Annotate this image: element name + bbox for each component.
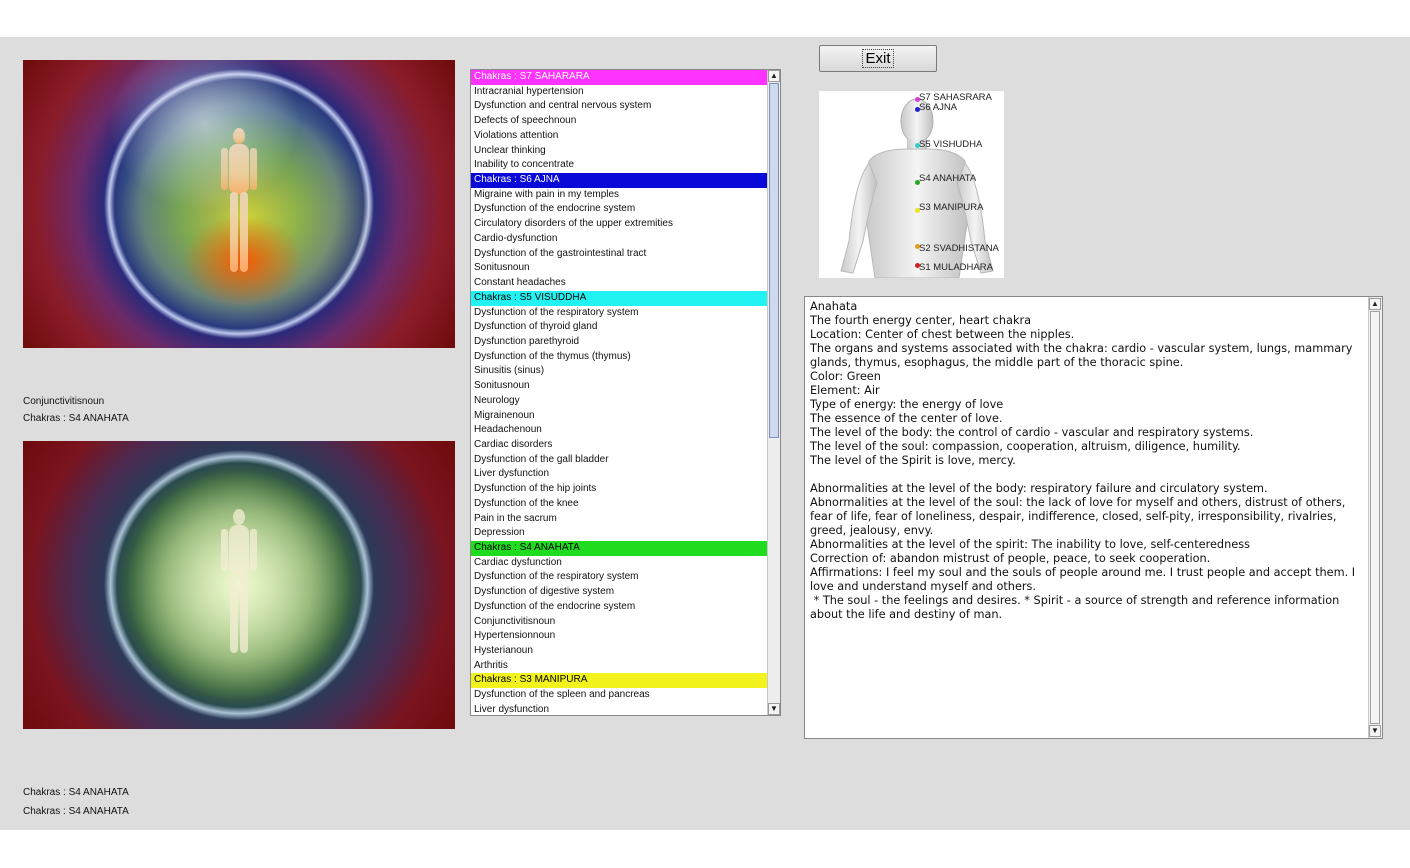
disease-list-item[interactable]: Dysfunction of the spleen and pancreas [471,688,768,703]
chakra-point-label: S5 VISHUDHA [919,139,983,150]
human-figure-icon [221,128,257,272]
disease-list-item[interactable]: Dysfunction of the thymus (thymus) [471,350,768,365]
scrollbar-thumb[interactable] [1370,311,1380,724]
disease-list-item[interactable]: Unclear thinking [471,144,768,159]
disease-list-item[interactable]: Migrainenoun [471,409,768,424]
description-scrollbar[interactable]: ▲ ▼ [1368,297,1382,738]
disease-list-item[interactable]: Dysfunction of the endocrine system [471,600,768,615]
disease-list-item[interactable]: Sinusitis (sinus) [471,364,768,379]
disease-list-item[interactable]: Cardiac dysfunction [471,556,768,571]
disease-list-item[interactable]: Dysfunction of the gall bladder [471,453,768,468]
scrollbar-thumb[interactable] [769,83,779,438]
aura-image-all-chakras [23,60,455,348]
disease-list-item[interactable]: Dysfunction of the respiratory system [471,306,768,321]
disease-list-item[interactable]: Pain in the sacrum [471,512,768,527]
disease-list-item[interactable]: Neurology [471,394,768,409]
scroll-up-icon[interactable]: ▲ [768,70,780,82]
chakra-status-line-1: Chakras : S4 ANAHATA [23,787,129,798]
disease-list-item[interactable]: Dysfunction of the knee [471,497,768,512]
disease-list-item[interactable]: Migraine with pain in my temples [471,188,768,203]
chakra-point-label: S4 ANAHATA [919,173,977,184]
chakra-group-header[interactable]: Chakras : S6 AJNA [471,173,768,188]
chakra-point-label: S2 SVADHISTANA [919,243,999,254]
chakra-point-label: S1 MULADHARA [919,262,993,273]
disease-list-item[interactable]: Dysfunction of the hip joints [471,482,768,497]
disease-list-item[interactable]: Defects of speechnoun [471,114,768,129]
current-chakra-label: Chakras : S4 ANAHATA [23,413,129,424]
disease-list-item[interactable]: Circulatory disorders of the upper extre… [471,217,768,232]
disease-list-item[interactable]: Dysfunction of the gastrointestinal trac… [471,247,768,262]
chakra-disease-list[interactable]: Chakras : S7 SAHARARA Intracranial hypert… [470,69,781,716]
chakra-group-header[interactable]: Chakras : S7 SAHARARA [471,70,768,85]
disease-list-item[interactable]: Intracranial hypertension [471,85,768,100]
list-items: Chakras : S7 SAHARARA Intracranial hypert… [471,70,768,715]
disease-list-item[interactable]: Dysfunction of the endocrine system [471,202,768,217]
disease-list-item[interactable]: Sonitusnoun [471,379,768,394]
disease-list-item[interactable]: Dysfunction of thyroid gland [471,320,768,335]
chakra-description-text: Anahata The fourth energy center, heart … [810,300,1356,621]
disease-list-item[interactable]: Conjunctivitisnoun [471,615,768,630]
disease-list-item[interactable]: Cardio-dysfunction [471,232,768,247]
exit-button[interactable]: Exit [819,45,937,72]
disease-list-item[interactable]: Inability to concentrate [471,158,768,173]
chakra-body-map: S7 SAHASRARA S6 AJNA S5 VISHUDHA S4 ANAHATA… [819,91,1004,278]
disease-list-item[interactable]: Constant headaches [471,276,768,291]
chakra-group-header[interactable]: Chakras : S5 VISUDDHA [471,290,768,306]
exit-button-label: Exit [862,49,894,68]
disease-list-item[interactable]: Dysfunction of the respiratory system [471,570,768,585]
chakra-status-line-2: Chakras : S4 ANAHATA [23,806,129,817]
chakra-point-label: S3 MANIPURA [919,202,984,213]
list-scrollbar[interactable]: ▲ ▼ [767,70,780,715]
chakra-group-header[interactable]: Chakras : S3 MANIPURA [471,673,768,689]
disease-list-item[interactable]: Arthritis [471,659,768,674]
disease-list-item[interactable]: Dysfunction and central nervous system [471,99,768,114]
chakra-point-label: S6 AJNA [919,102,958,113]
disease-list-item[interactable]: Liver dysfunction [471,703,768,715]
scroll-up-icon[interactable]: ▲ [1369,298,1381,310]
disease-list-item[interactable]: Violations attention [471,129,768,144]
current-disease-label: Conjunctivitisnoun [23,396,105,407]
disease-list-item[interactable]: Dysfunction of digestive system [471,585,768,600]
disease-list-item[interactable]: Hypertensionnoun [471,629,768,644]
disease-list-item[interactable]: Cardiac disorders [471,438,768,453]
scroll-down-icon[interactable]: ▼ [1369,725,1381,737]
disease-list-item[interactable]: Dysfunction parethyroid [471,335,768,350]
disease-list-item[interactable]: Hysterianoun [471,644,768,659]
disease-list-item[interactable]: Liver dysfunction [471,467,768,482]
main-window: Conjunctivitisnoun Chakras : S4 ANAHATA … [0,37,1410,830]
disease-list-item[interactable]: Sonitusnoun [471,261,768,276]
chakra-description-textbox[interactable]: Anahata The fourth energy center, heart … [804,296,1383,739]
disease-list-item[interactable]: Headachenoun [471,423,768,438]
chakra-group-header[interactable]: Chakras : S4 ANAHATA [471,541,768,556]
scroll-down-icon[interactable]: ▼ [768,703,780,715]
human-figure-icon [221,509,257,653]
aura-image-selected-chakra [23,441,455,729]
disease-list-item[interactable]: Depression [471,526,768,541]
